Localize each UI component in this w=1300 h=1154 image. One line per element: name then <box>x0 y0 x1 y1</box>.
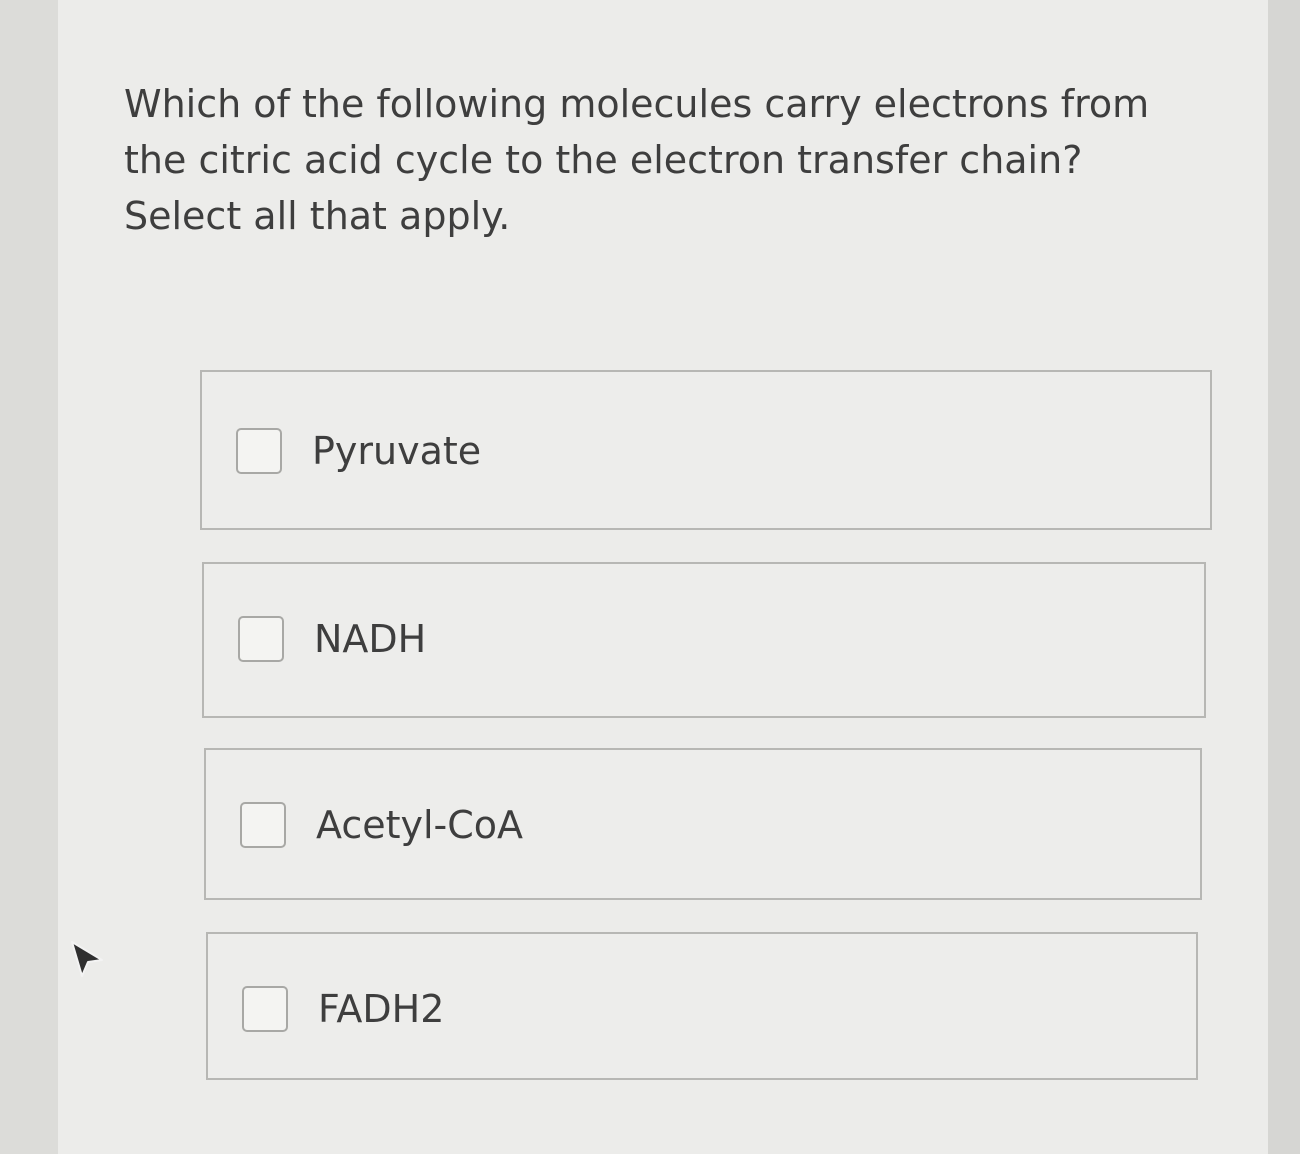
option-label: NADH <box>314 617 427 661</box>
question-text: Which of the following molecules carry e… <box>124 82 1150 238</box>
mouse-pointer-icon <box>71 941 103 977</box>
option-fadh2[interactable]: FADH2 <box>206 932 1198 1080</box>
checkbox-icon[interactable] <box>242 986 288 1032</box>
option-pyruvate[interactable]: Pyruvate <box>200 370 1212 530</box>
checkbox-icon[interactable] <box>236 428 282 474</box>
right-gutter <box>1268 0 1300 1154</box>
checkbox-icon[interactable] <box>238 616 284 662</box>
option-label: FADH2 <box>318 987 445 1031</box>
checkbox-icon[interactable] <box>240 802 286 848</box>
option-nadh[interactable]: NADH <box>202 562 1206 718</box>
option-label: Pyruvate <box>312 429 482 473</box>
left-gutter <box>0 0 58 1154</box>
option-acetyl-coa[interactable]: Acetyl-CoA <box>204 748 1202 900</box>
option-label: Acetyl-CoA <box>316 803 524 847</box>
